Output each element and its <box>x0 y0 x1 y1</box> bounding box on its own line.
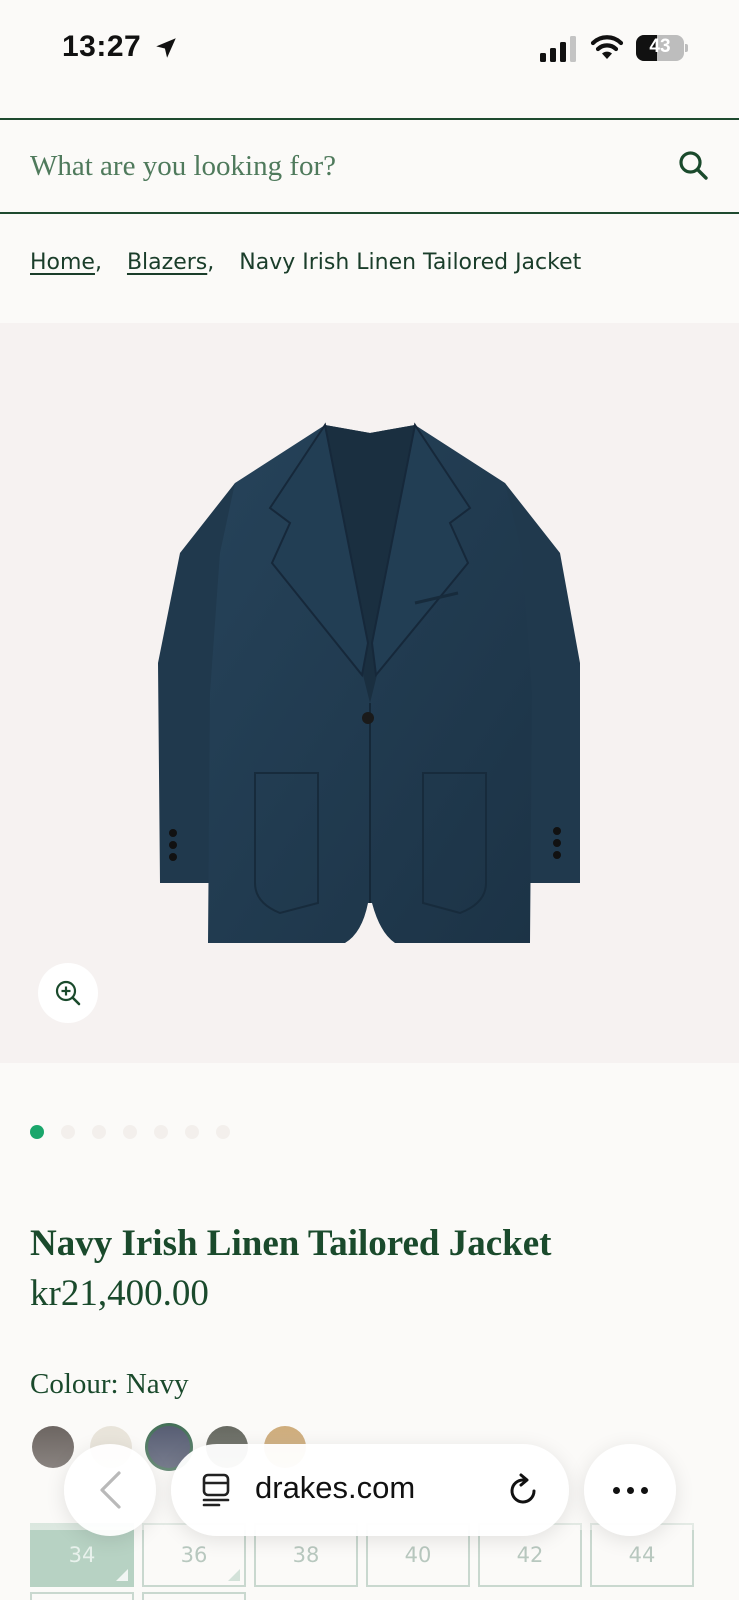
breadcrumb-separator: , <box>94 250 102 275</box>
zoom-button[interactable] <box>38 963 98 1023</box>
breadcrumb-blazers-link[interactable]: Blazers <box>127 250 207 275</box>
search-input[interactable] <box>30 140 650 192</box>
product-title: Navy Irish Linen Tailored Jacket <box>30 1223 552 1264</box>
browser-url[interactable]: drakes.com <box>255 1470 415 1506</box>
size-label: 34 <box>68 1543 96 1567</box>
size-label: 36 <box>180 1543 208 1567</box>
location-arrow-icon <box>156 38 176 58</box>
carousel-pagination <box>30 1125 230 1139</box>
browser-address-bar[interactable]: drakes.com <box>171 1444 569 1536</box>
size-label: 44 <box>628 1543 656 1567</box>
battery-nub <box>685 44 688 52</box>
page-menu-icon[interactable] <box>201 1473 231 1507</box>
size-label: 42 <box>516 1543 544 1567</box>
browser-back-button[interactable] <box>64 1444 156 1536</box>
cellular-signal-icon <box>540 36 576 62</box>
size-option[interactable] <box>142 1592 246 1600</box>
carousel-dot[interactable] <box>154 1125 168 1139</box>
carousel-dot[interactable] <box>123 1125 137 1139</box>
wifi-icon <box>590 35 624 59</box>
colour-label: Colour: Navy <box>30 1368 189 1400</box>
breadcrumb-home-link[interactable]: Home <box>30 250 95 275</box>
carousel-dot[interactable] <box>92 1125 106 1139</box>
breadcrumb: Home, Blazers, Navy Irish Linen Tailored… <box>30 250 581 275</box>
size-selector-row-2 <box>30 1592 246 1600</box>
battery-percentage: 43 <box>649 36 671 57</box>
size-option[interactable] <box>30 1592 134 1600</box>
status-time: 13:27 <box>62 30 142 63</box>
product-image-jacket <box>158 422 580 943</box>
carousel-dot[interactable] <box>185 1125 199 1139</box>
more-dot-icon <box>640 1486 648 1494</box>
more-dot-icon <box>626 1486 634 1494</box>
battery-indicator: 43 <box>636 35 688 61</box>
colour-swatch-brown[interactable] <box>32 1426 74 1468</box>
carousel-dot[interactable] <box>216 1125 230 1139</box>
carousel-dot[interactable] <box>61 1125 75 1139</box>
product-price: kr21,400.00 <box>30 1273 209 1314</box>
reload-icon[interactable] <box>507 1473 541 1507</box>
product-image-gallery[interactable] <box>0 323 739 1063</box>
status-bar: 13:27 43 <box>0 0 739 100</box>
search-bar <box>0 118 739 214</box>
zoom-in-icon <box>55 980 81 1006</box>
size-label: 38 <box>292 1543 320 1567</box>
size-label: 40 <box>404 1543 432 1567</box>
breadcrumb-current: Navy Irish Linen Tailored Jacket <box>239 250 582 275</box>
browser-more-button[interactable] <box>584 1444 676 1536</box>
low-stock-corner-icon <box>228 1569 240 1581</box>
chevron-left-icon <box>100 1471 121 1509</box>
search-icon[interactable] <box>677 149 709 181</box>
carousel-dot[interactable] <box>30 1125 44 1139</box>
more-dot-icon <box>612 1486 620 1494</box>
low-stock-corner-icon <box>116 1569 128 1581</box>
breadcrumb-separator: , <box>207 250 215 275</box>
